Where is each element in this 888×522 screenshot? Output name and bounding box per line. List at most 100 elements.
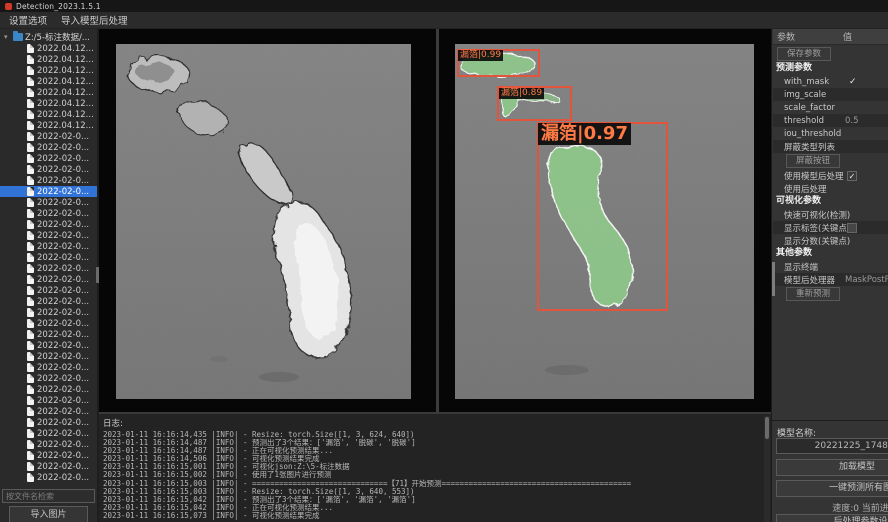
tree-item[interactable]: 2022-02-0... [0,417,97,428]
import-image-button[interactable]: 导入图片 [9,506,88,522]
tree-item[interactable]: 2022-02-0... [0,186,97,197]
tree-item[interactable]: 2022-02-0... [0,318,97,329]
param-row[interactable]: 显示终端 [773,260,888,273]
tree-item[interactable]: 2022.04.12... [0,43,97,54]
save-params-button[interactable]: 保存参数 [777,47,831,61]
menu-settings[interactable]: 设置选项 [9,13,47,27]
param-button-row: 重新预测 [773,286,888,302]
repredict-button[interactable]: 重新预测 [786,287,840,301]
log-scrollbar-thumb[interactable] [765,417,769,439]
param-row[interactable]: 快速可视化(检测) [773,208,888,221]
tree-item[interactable]: 2022-02-0... [0,296,97,307]
param-row[interactable]: scale_factor [773,101,888,114]
tree-item[interactable]: 2022-02-0... [0,395,97,406]
file-icon [27,121,34,130]
tree-item-label: 2022-02-0... [37,462,89,472]
tree-item[interactable]: 2022-02-0... [0,219,97,230]
param-checkbox[interactable]: ✓ [847,171,857,181]
tree-item[interactable]: 2022-02-0... [0,153,97,164]
tree-item[interactable]: 2022-02-0... [0,307,97,318]
shield-button[interactable]: 屏蔽按钮 [786,154,840,168]
tree-item[interactable]: 2022-02-0... [0,373,97,384]
param-row[interactable]: 显示标签(关键点) [773,221,888,234]
log-console[interactable]: 日志: 2023-01-11 16:16:14,435 |INFO| - Res… [99,412,771,522]
load-model-button[interactable]: 加载模型 [776,459,888,476]
file-icon [27,99,34,108]
params-header: 参数 值 [773,29,888,45]
tree-item[interactable]: 2022-02-0... [0,384,97,395]
tree-item[interactable]: 2022-02-0... [0,197,97,208]
tree-item[interactable]: 2022.04.12... [0,109,97,120]
tree-item[interactable]: 2022-02-0... [0,241,97,252]
tree-item-label: 2022-02-0... [37,418,89,428]
tree-root[interactable]: ▾ Z:/5-标注数据/... [0,31,97,43]
param-row[interactable]: threshold0.5 [773,114,888,127]
param-row[interactable]: 显示分数(关键点) [773,234,888,247]
params-scrollbar-thumb[interactable] [772,262,775,296]
param-row[interactable]: with_mask✓ [773,75,888,88]
tree-item[interactable]: 2022-02-0... [0,439,97,450]
tree-item-label: 2022.04.12... [37,44,94,54]
tree-item[interactable]: 2022-02-0... [0,329,97,340]
tree-item[interactable]: 2022-02-0... [0,450,97,461]
tree-item[interactable]: 2022-02-0... [0,362,97,373]
predict-all-button[interactable]: 一键预测所有图片 [776,480,888,497]
tree-item[interactable]: 2022-02-0... [0,351,97,362]
tree-item[interactable]: 2022-02-0... [0,208,97,219]
param-row[interactable]: 模型后处理器MaskPostPro [773,273,888,286]
tree-item[interactable]: 2022-02-0... [0,461,97,472]
param-row[interactable]: iou_threshold [773,127,888,140]
tree-item[interactable]: 2022.04.12... [0,87,97,98]
param-value: 0.5 [845,116,859,126]
tree-item[interactable]: 2022.04.12... [0,54,97,65]
file-sidebar: ▾ Z:/5-标注数据/... 2022.04.12...2022.04.12.… [0,29,97,522]
param-label: 屏蔽类型列表 [784,141,835,153]
param-checkbox[interactable] [847,223,857,233]
tree-item[interactable]: 2022-02-0... [0,428,97,439]
param-label: 显示分数(关键点) [784,235,850,247]
tree-item[interactable]: 2022-02-0... [0,285,97,296]
tree-item[interactable]: 2022-02-0... [0,263,97,274]
tree-item[interactable]: 2022-02-0... [0,142,97,153]
log-lines: 2023-01-11 16:16:14,435 |INFO| - Resize:… [99,431,771,520]
raw-image-panel[interactable] [99,29,436,412]
tree-item[interactable]: 2022.04.12... [0,76,97,87]
param-label: 使用模型后处理 [784,170,844,182]
filename-search-input[interactable] [2,489,95,503]
tree-item[interactable]: 2022-02-0... [0,472,97,483]
tree-item[interactable]: 2022-02-0... [0,274,97,285]
file-icon [27,363,34,372]
tree-item[interactable]: 2022.04.12... [0,65,97,76]
title-bar: Detection_2023.1.5.1 [0,0,888,12]
tree-item[interactable]: 2022-02-0... [0,131,97,142]
detections-layer: 漏箔|0.99漏箔|0.89漏箔|0.97 [439,29,771,412]
progress-status: 速度:0 当前进度 [776,501,888,514]
postprocess-settings-button[interactable]: 后处理参数设置 [776,514,888,522]
file-icon [27,55,34,64]
model-name-field[interactable]: 20221225_174813 [776,438,888,454]
menu-import-postprocess[interactable]: 导入模型后处理 [61,13,128,27]
prediction-image-panel[interactable]: 漏箔|0.99漏箔|0.89漏箔|0.97 [439,29,771,412]
params-section-label: 其他参数 [773,247,888,260]
file-icon [27,440,34,449]
log-scrollbar[interactable] [764,416,770,522]
chevron-down-icon: ▾ [4,33,11,41]
tree-item[interactable]: 2022-02-0... [0,340,97,351]
param-row[interactable]: 使用后处理 [773,182,888,195]
tree-item[interactable]: 2022-02-0... [0,406,97,417]
tree-item[interactable]: 2022-02-0... [0,252,97,263]
param-row[interactable]: img_scale [773,88,888,101]
file-icon [27,308,34,317]
param-button-row: 保存参数 [773,46,888,62]
tree-item[interactable]: 2022.04.12... [0,98,97,109]
param-row[interactable]: 屏蔽类型列表 [773,140,888,153]
tree-item-label: 2022-02-0... [37,253,89,263]
file-icon [27,407,34,416]
tree-item[interactable]: 2022-02-0... [0,230,97,241]
file-icon [27,473,34,482]
tree-item[interactable]: 2022-02-0... [0,164,97,175]
param-row[interactable]: 使用模型后处理✓ [773,169,888,182]
tree-item[interactable]: 2022.04.12... [0,120,97,131]
tree-item[interactable]: 2022-02-0... [0,175,97,186]
tree-item-label: 2022-02-0... [37,220,89,230]
